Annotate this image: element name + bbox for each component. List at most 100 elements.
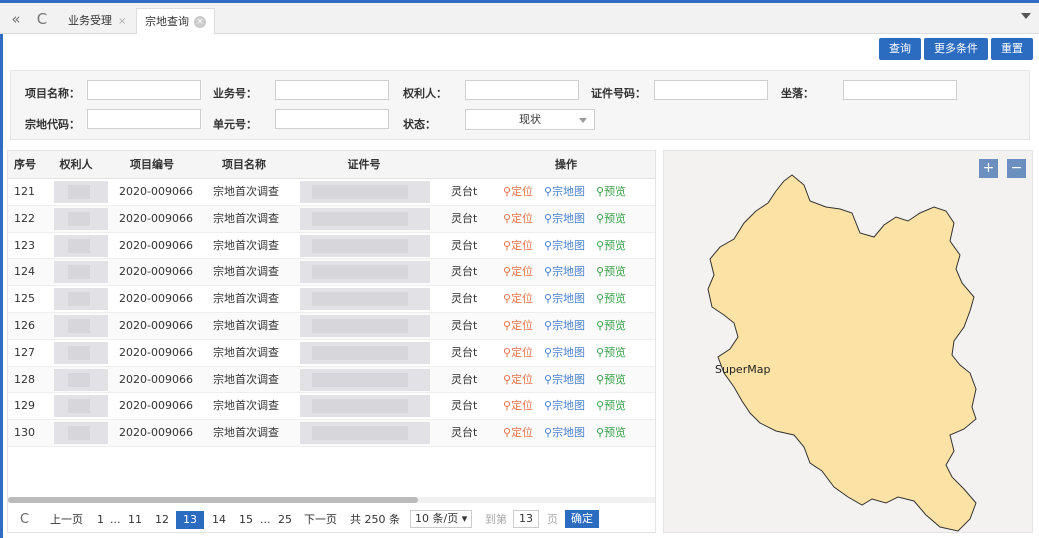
redacted-cert-no-mark xyxy=(312,345,408,360)
page-link[interactable]: 1 xyxy=(97,511,104,529)
row-number: 125 xyxy=(14,292,35,306)
table-row[interactable]: 130 2020-009066 宗地首次调查 灵台t ⚲定位 ⚲宗地图 ⚲预览 xyxy=(8,420,655,447)
chevron-down-icon xyxy=(579,118,587,123)
parcel-map-link[interactable]: ⚲宗地图 xyxy=(544,367,585,393)
location-cell: 灵台t xyxy=(451,292,477,306)
preview-link[interactable]: ⚲预览 xyxy=(596,367,626,393)
goto-page-input[interactable]: 13 xyxy=(513,510,539,528)
obligee-input[interactable] xyxy=(465,80,579,100)
table-row[interactable]: 122 2020-009066 宗地首次调查 灵台t ⚲定位 ⚲宗地图 ⚲预览 xyxy=(8,205,655,233)
parcel-map-link[interactable]: ⚲宗地图 xyxy=(544,286,585,312)
locate-link[interactable]: ⚲定位 xyxy=(503,393,533,419)
page-size-select[interactable]: 10 条/页 ▾ xyxy=(410,510,473,528)
map-panel[interactable]: + − SuperMap xyxy=(663,150,1033,533)
locate-label: 定位 xyxy=(511,238,534,252)
parcel-map-link[interactable]: ⚲宗地图 xyxy=(544,233,585,259)
unit-no-input[interactable] xyxy=(275,109,389,129)
locate-link[interactable]: ⚲定位 xyxy=(503,206,533,232)
preview-link[interactable]: ⚲预览 xyxy=(596,393,626,419)
tab-parcel-query[interactable]: 宗地查询 × xyxy=(136,8,215,34)
preview-link[interactable]: ⚲预览 xyxy=(596,313,626,339)
tab-business-accept[interactable]: 业务受理 × xyxy=(60,8,134,34)
more-conditions-button[interactable]: 更多条件 xyxy=(924,38,988,60)
table-row[interactable]: 121 2020-009066 宗地首次调查 灵台t ⚲定位 ⚲宗地图 ⚲预览 xyxy=(8,179,655,206)
redacted-cert-no-mark xyxy=(312,211,408,226)
table-row[interactable]: 128 2020-009066 宗地首次调查 灵台t ⚲定位 ⚲宗地图 ⚲预览 xyxy=(8,366,655,394)
preview-link[interactable]: ⚲预览 xyxy=(596,233,626,259)
table-row[interactable]: 123 2020-009066 宗地首次调查 灵台t ⚲定位 ⚲宗地图 ⚲预览 xyxy=(8,233,655,260)
next-page-link[interactable]: 下一页 xyxy=(304,511,337,529)
table-row[interactable]: 126 2020-009066 宗地首次调查 灵台t ⚲定位 ⚲宗地图 ⚲预览 xyxy=(8,312,655,340)
parcel-map-link[interactable]: ⚲宗地图 xyxy=(544,259,585,285)
cert-no-input[interactable] xyxy=(654,80,768,100)
reset-button[interactable]: 重置 xyxy=(991,38,1033,60)
col-header: 序号 xyxy=(14,158,36,171)
project-name-input[interactable] xyxy=(87,80,201,100)
status-select[interactable]: 现状 xyxy=(465,109,595,130)
table-row[interactable]: 125 2020-009066 宗地首次调查 灵台t ⚲定位 ⚲宗地图 ⚲预览 xyxy=(8,286,655,313)
page-link[interactable]: 14 xyxy=(212,511,226,529)
redacted-cert-no-mark xyxy=(312,238,408,253)
redacted-cert-no-mark xyxy=(312,318,408,333)
county-boundary-map[interactable] xyxy=(664,151,1033,533)
page-link[interactable]: 12 xyxy=(155,511,169,529)
preview-link[interactable]: ⚲预览 xyxy=(596,286,626,312)
query-button[interactable]: 查询 xyxy=(879,38,921,60)
preview-label: 预览 xyxy=(604,318,627,332)
business-no-label: 业务号： xyxy=(213,87,257,100)
table-row[interactable]: 124 2020-009066 宗地首次调查 灵台t ⚲定位 ⚲宗地图 ⚲预览 xyxy=(8,259,655,287)
col-header: 权利人 xyxy=(59,158,93,171)
locate-link[interactable]: ⚲定位 xyxy=(503,420,533,446)
page-link[interactable]: 11 xyxy=(128,511,142,529)
parcel-code-input[interactable] xyxy=(87,109,201,129)
close-icon[interactable]: × xyxy=(118,16,126,27)
goto-confirm-button[interactable]: 确定 xyxy=(565,510,599,528)
row-number: 128 xyxy=(14,372,35,386)
locate-link[interactable]: ⚲定位 xyxy=(503,259,533,285)
locate-link[interactable]: ⚲定位 xyxy=(503,286,533,312)
redacted-obligee-mark xyxy=(68,292,90,307)
parcel-map-link[interactable]: ⚲宗地图 xyxy=(544,313,585,339)
page-link[interactable]: 25 xyxy=(278,511,292,529)
business-no-input[interactable] xyxy=(275,80,389,100)
locate-link[interactable]: ⚲定位 xyxy=(503,233,533,259)
parcel-map-link[interactable]: ⚲宗地图 xyxy=(544,393,585,419)
parcel-map-label: 宗地图 xyxy=(552,372,586,386)
page-link-current[interactable]: 13 xyxy=(176,511,204,529)
parcel-map-label: 宗地图 xyxy=(552,238,586,252)
page-link[interactable]: 15 xyxy=(239,511,253,529)
redacted-cert-no-mark xyxy=(312,426,408,441)
parcel-map-link[interactable]: ⚲宗地图 xyxy=(544,206,585,232)
locate-link[interactable]: ⚲定位 xyxy=(503,340,533,366)
refresh-icon[interactable]: C xyxy=(32,9,52,29)
row-number: 124 xyxy=(14,265,35,279)
table-row[interactable]: 129 2020-009066 宗地首次调查 灵台t ⚲定位 ⚲宗地图 ⚲预览 xyxy=(8,393,655,421)
locate-link[interactable]: ⚲定位 xyxy=(503,313,533,339)
project-name: 宗地首次调查 xyxy=(213,185,279,198)
location-input[interactable] xyxy=(843,80,957,100)
horizontal-scrollbar[interactable] xyxy=(8,497,655,503)
parcel-map-label: 宗地图 xyxy=(552,292,586,306)
location-cell: 灵台t xyxy=(451,185,477,198)
parcel-map-link[interactable]: ⚲宗地图 xyxy=(544,340,585,366)
locate-link[interactable]: ⚲定位 xyxy=(503,179,533,205)
preview-link[interactable]: ⚲预览 xyxy=(596,179,626,205)
parcel-map-link[interactable]: ⚲宗地图 xyxy=(544,179,585,205)
chevron-down-icon[interactable] xyxy=(1021,13,1031,19)
preview-link[interactable]: ⚲预览 xyxy=(596,259,626,285)
parcel-map-link[interactable]: ⚲宗地图 xyxy=(544,420,585,446)
refresh-icon[interactable]: C xyxy=(20,511,29,529)
preview-link[interactable]: ⚲预览 xyxy=(596,340,626,366)
close-icon[interactable]: × xyxy=(194,16,206,28)
table-row[interactable]: 127 2020-009066 宗地首次调查 灵台t ⚲定位 ⚲宗地图 ⚲预览 xyxy=(8,340,655,367)
scrollbar-thumb[interactable] xyxy=(8,497,418,503)
prev-page-link[interactable]: 上一页 xyxy=(50,511,83,529)
preview-label: 预览 xyxy=(604,426,627,440)
parcel-map-label: 宗地图 xyxy=(552,345,586,359)
preview-link[interactable]: ⚲预览 xyxy=(596,206,626,232)
preview-link[interactable]: ⚲预览 xyxy=(596,420,626,446)
locate-link[interactable]: ⚲定位 xyxy=(503,367,533,393)
project-number: 2020-009066 xyxy=(119,426,193,440)
collapse-icon[interactable]: « xyxy=(6,9,26,29)
preview-label: 预览 xyxy=(604,292,627,306)
